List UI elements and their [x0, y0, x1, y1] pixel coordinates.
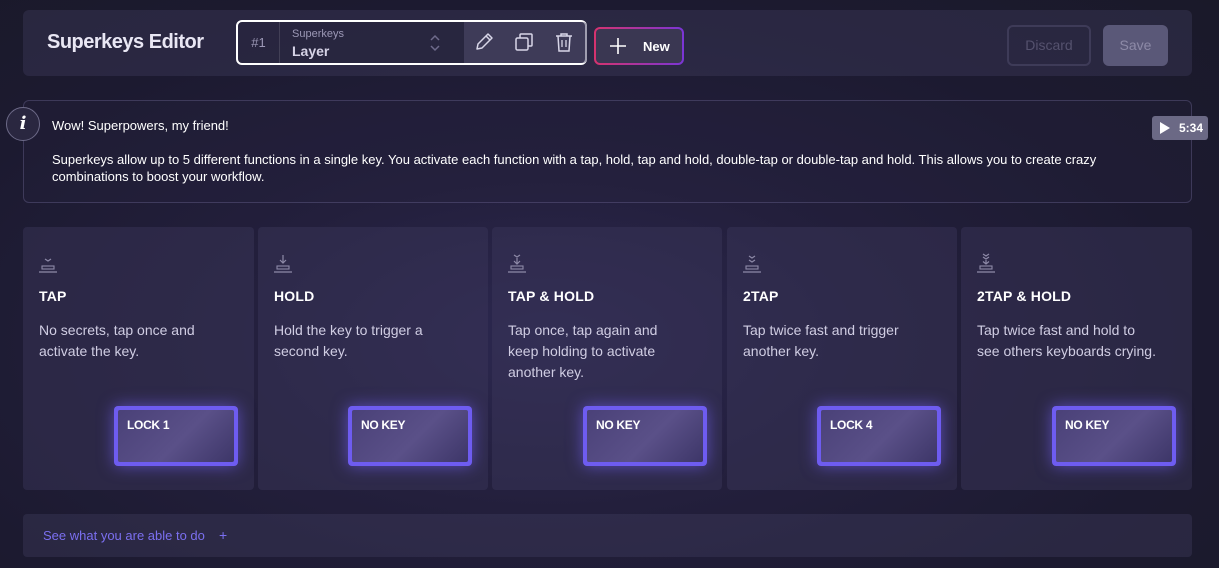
chevron-up-down-icon[interactable] — [428, 32, 442, 54]
info-icon: i — [6, 107, 40, 141]
key-label: NO KEY — [596, 418, 641, 432]
copy-icon[interactable] — [513, 31, 535, 53]
video-tutorial-button[interactable]: 5:34 — [1152, 116, 1208, 140]
key-label: LOCK 1 — [127, 418, 170, 432]
footer-bar: See what you are able to do + — [23, 514, 1192, 557]
superkey-card-double-tap-and-hold: 2TAP & HOLD Tap twice fast and hold to s… — [961, 227, 1192, 490]
info-text: Superkeys allow up to 5 different functi… — [52, 152, 1097, 184]
key-slot-face: NO KEY — [587, 410, 703, 462]
app-title: Superkeys Editor — [47, 31, 204, 53]
key-slot-double-tap-and-hold[interactable]: NO KEY — [1052, 406, 1176, 466]
editor-header: Superkeys Editor #1 Superkeys Layer New … — [23, 10, 1192, 76]
key-slot-face: NO KEY — [1056, 410, 1172, 462]
new-button-label: New — [643, 39, 670, 54]
key-slot-tap[interactable]: LOCK 1 — [114, 406, 238, 466]
layer-number: #1 — [238, 22, 280, 63]
layer-selector[interactable]: #1 Superkeys Layer — [236, 20, 587, 65]
card-title: TAP — [39, 288, 67, 304]
card-title: HOLD — [274, 288, 315, 304]
key-slot-face: LOCK 1 — [118, 410, 234, 462]
layer-name: Layer — [292, 43, 330, 59]
layer-actions — [464, 22, 587, 63]
double-tap-and-hold-icon — [977, 253, 995, 273]
card-description: No secrets, tap once and activate the ke… — [39, 322, 195, 359]
key-slot-face: NO KEY — [352, 410, 468, 462]
card-description: Hold the key to trigger a second key. — [274, 322, 423, 359]
layer-caption: Superkeys — [292, 28, 344, 40]
superkey-card-tap-and-hold: TAP & HOLD Tap once, tap again and keep … — [492, 227, 722, 490]
card-title: 2TAP — [743, 288, 779, 304]
tap-icon — [39, 258, 57, 273]
card-description: Tap twice fast and hold to see others ke… — [977, 322, 1156, 359]
key-slot-face: LOCK 4 — [821, 410, 937, 462]
expand-plus-icon[interactable]: + — [219, 527, 227, 543]
info-title: Wow! Superpowers, my friend! — [52, 118, 229, 133]
plus-icon — [610, 38, 626, 54]
card-description: Tap twice fast and trigger another key. — [743, 322, 899, 359]
superkey-card-double-tap: 2TAP Tap twice fast and trigger another … — [727, 227, 957, 490]
key-label: LOCK 4 — [830, 418, 873, 432]
save-button[interactable]: Save — [1103, 25, 1168, 66]
hold-icon — [274, 255, 292, 273]
trash-icon[interactable] — [553, 31, 575, 53]
video-duration: 5:34 — [1179, 121, 1204, 135]
superkey-card-hold: HOLD Hold the key to trigger a second ke… — [258, 227, 488, 490]
discard-button[interactable]: Discard — [1007, 25, 1091, 66]
see-more-link[interactable]: See what you are able to do — [43, 528, 205, 543]
key-slot-tap-and-hold[interactable]: NO KEY — [583, 406, 707, 466]
card-title: 2TAP & HOLD — [977, 288, 1072, 304]
tap-and-hold-icon — [508, 254, 526, 273]
card-title: TAP & HOLD — [508, 288, 595, 304]
pencil-icon[interactable] — [473, 31, 495, 53]
play-icon — [1160, 122, 1170, 134]
key-slot-double-tap[interactable]: LOCK 4 — [817, 406, 941, 466]
new-button-body: New — [596, 29, 682, 63]
key-slot-hold[interactable]: NO KEY — [348, 406, 472, 466]
double-tap-icon — [743, 255, 761, 273]
key-label: NO KEY — [1065, 418, 1110, 432]
key-label: NO KEY — [361, 418, 406, 432]
card-description: Tap once, tap again and keep holding to … — [508, 322, 658, 380]
new-layer-button[interactable]: New — [594, 27, 684, 65]
superkey-card-tap: TAP No secrets, tap once and activate th… — [23, 227, 254, 490]
